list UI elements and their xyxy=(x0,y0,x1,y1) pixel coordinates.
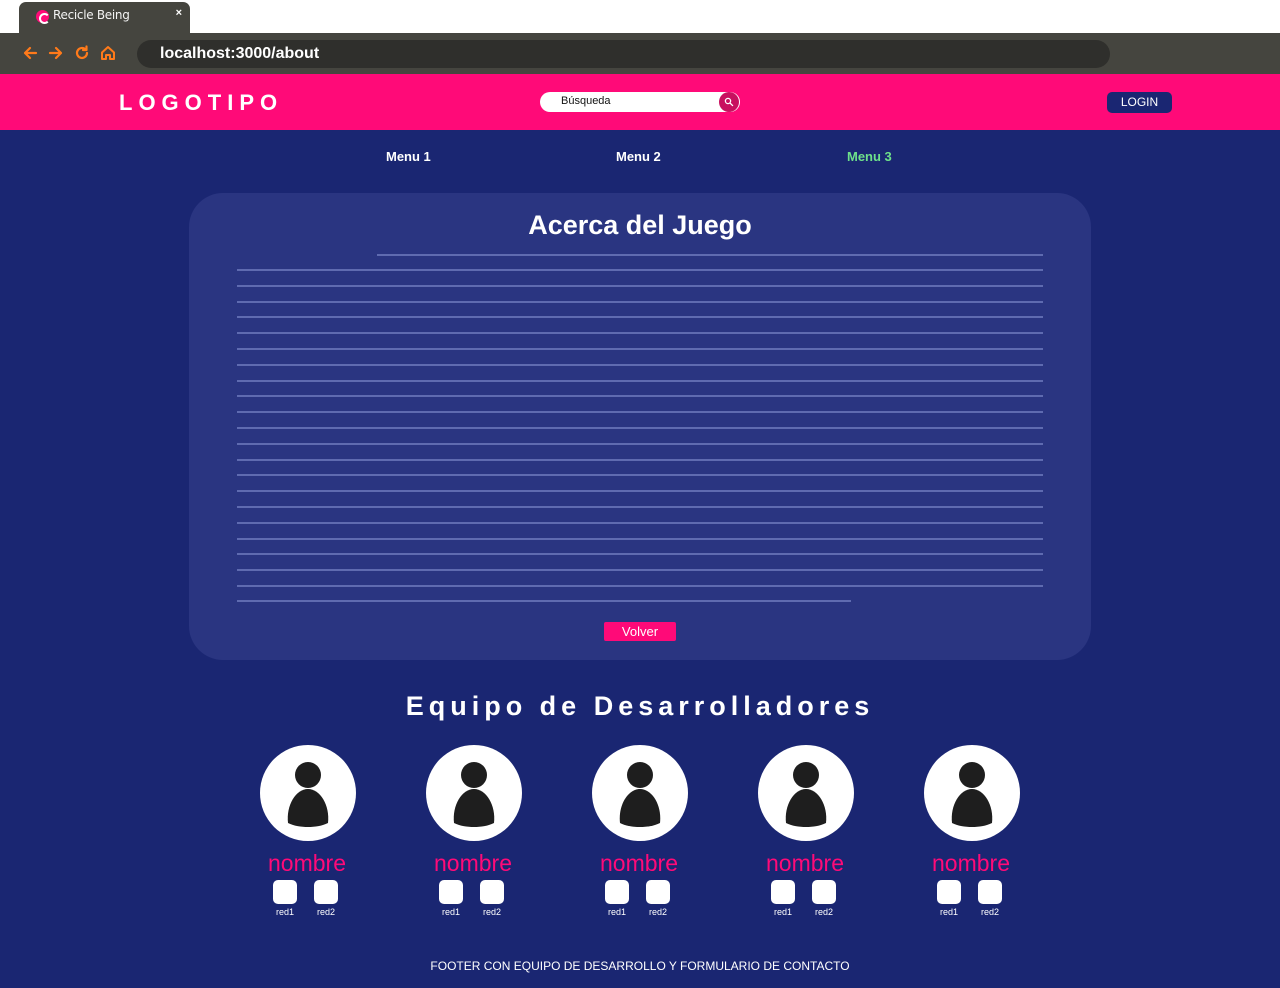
user-silhouette-icon xyxy=(951,762,993,827)
avatar xyxy=(260,745,356,841)
placeholder-line xyxy=(237,474,1043,477)
social-label: red1 xyxy=(607,907,626,917)
placeholder-line xyxy=(237,284,1043,287)
avatar xyxy=(924,745,1020,841)
placeholder-line xyxy=(237,332,1043,335)
social-button-red1[interactable] xyxy=(937,880,961,904)
user-silhouette-icon xyxy=(453,762,495,827)
site-header: LOGOTIPO Búsqueda LOGIN xyxy=(0,74,1280,130)
developer-card: nombre red1 red2 xyxy=(921,745,1021,925)
social-label: red1 xyxy=(939,907,958,917)
social-label: red2 xyxy=(648,907,667,917)
placeholder-line xyxy=(237,490,1043,493)
placeholder-line xyxy=(237,553,1043,556)
developer-card: nombre red1 red2 xyxy=(589,745,689,925)
social-button-red1[interactable] xyxy=(605,880,629,904)
placeholder-line xyxy=(237,379,1043,382)
social-button-red2[interactable] xyxy=(812,880,836,904)
user-silhouette-icon xyxy=(287,762,329,827)
home-icon[interactable] xyxy=(99,44,117,62)
team-title: Equipo de Desarrolladores xyxy=(405,691,875,721)
placeholder-line xyxy=(237,363,1043,366)
url-text: localhost:3000/about xyxy=(160,45,320,62)
social-label: red2 xyxy=(316,907,335,917)
social-button-red2[interactable] xyxy=(646,880,670,904)
browser-tab[interactable]: Recicle Being × xyxy=(19,2,190,33)
footer-text: FOOTER CON EQUIPO DE DESARROLLO Y FORMUL… xyxy=(430,959,850,973)
placeholder-line xyxy=(237,316,1043,319)
search-placeholder: Búsqueda xyxy=(561,95,611,107)
close-tab-icon[interactable]: × xyxy=(176,7,182,19)
social-button-red1[interactable] xyxy=(273,880,297,904)
developer-card: nombre red1 red2 xyxy=(755,745,855,925)
social-label: red2 xyxy=(814,907,833,917)
social-button-red2[interactable] xyxy=(978,880,1002,904)
developer-name: nombre xyxy=(600,850,678,876)
social-label: red2 xyxy=(980,907,999,917)
developer-name: nombre xyxy=(268,850,346,876)
developer-name: nombre xyxy=(932,850,1010,876)
placeholder-line xyxy=(237,537,1043,540)
social-label: red1 xyxy=(773,907,792,917)
user-silhouette-icon xyxy=(619,762,661,827)
search-icon xyxy=(724,97,734,107)
placeholder-line xyxy=(237,521,1043,524)
search-input[interactable]: Búsqueda xyxy=(540,92,740,112)
placeholder-line xyxy=(237,269,1043,271)
back-button[interactable]: Volver xyxy=(604,622,676,641)
social-button-red1[interactable] xyxy=(771,880,795,904)
developer-name: nombre xyxy=(766,850,844,876)
placeholder-line xyxy=(237,427,1043,429)
back-arrow-icon[interactable] xyxy=(21,44,39,62)
browser-toolbar: localhost:3000/about xyxy=(0,33,1280,74)
social-button-red1[interactable] xyxy=(439,880,463,904)
placeholder-line xyxy=(377,254,1043,256)
menu-item-1[interactable]: Menu 1 xyxy=(386,149,431,164)
placeholder-line xyxy=(237,600,851,602)
placeholder-line xyxy=(237,411,1043,414)
reload-icon[interactable] xyxy=(73,44,91,62)
avatar xyxy=(758,745,854,841)
user-silhouette-icon xyxy=(785,762,827,827)
social-button-red2[interactable] xyxy=(314,880,338,904)
placeholder-line xyxy=(237,348,1043,350)
placeholder-line xyxy=(237,442,1043,445)
placeholder-line xyxy=(237,300,1043,303)
logo[interactable]: LOGOTIPO xyxy=(119,90,283,116)
placeholder-line xyxy=(237,569,1043,572)
search-button[interactable] xyxy=(719,92,739,112)
placeholder-line xyxy=(237,506,1043,508)
browser-tabstrip: Recicle Being × xyxy=(0,0,1280,33)
page: LOGOTIPO Búsqueda LOGIN Menu 1 Menu 2 Me… xyxy=(0,74,1280,988)
social-label: red1 xyxy=(275,907,294,917)
login-button[interactable]: LOGIN xyxy=(1107,92,1172,113)
forward-arrow-icon[interactable] xyxy=(47,44,65,62)
tab-title: Recicle Being xyxy=(53,8,130,22)
avatar xyxy=(426,745,522,841)
about-card: Acerca del Juego Volver xyxy=(189,193,1091,660)
menu-item-2[interactable]: Menu 2 xyxy=(616,149,661,164)
placeholder-line xyxy=(237,395,1043,398)
social-label: red2 xyxy=(482,907,501,917)
avatar xyxy=(592,745,688,841)
social-label: red1 xyxy=(441,907,460,917)
placeholder-line xyxy=(237,585,1043,587)
recycle-favicon-icon xyxy=(36,10,50,24)
developer-name: nombre xyxy=(434,850,512,876)
social-button-red2[interactable] xyxy=(480,880,504,904)
placeholder-line xyxy=(237,458,1043,461)
developer-card: nombre red1 red2 xyxy=(257,745,357,925)
menu-item-3[interactable]: Menu 3 xyxy=(847,149,892,164)
placeholder-text-lines xyxy=(189,193,1091,660)
developer-card: nombre red1 red2 xyxy=(423,745,523,925)
address-bar[interactable]: localhost:3000/about xyxy=(137,40,1110,68)
